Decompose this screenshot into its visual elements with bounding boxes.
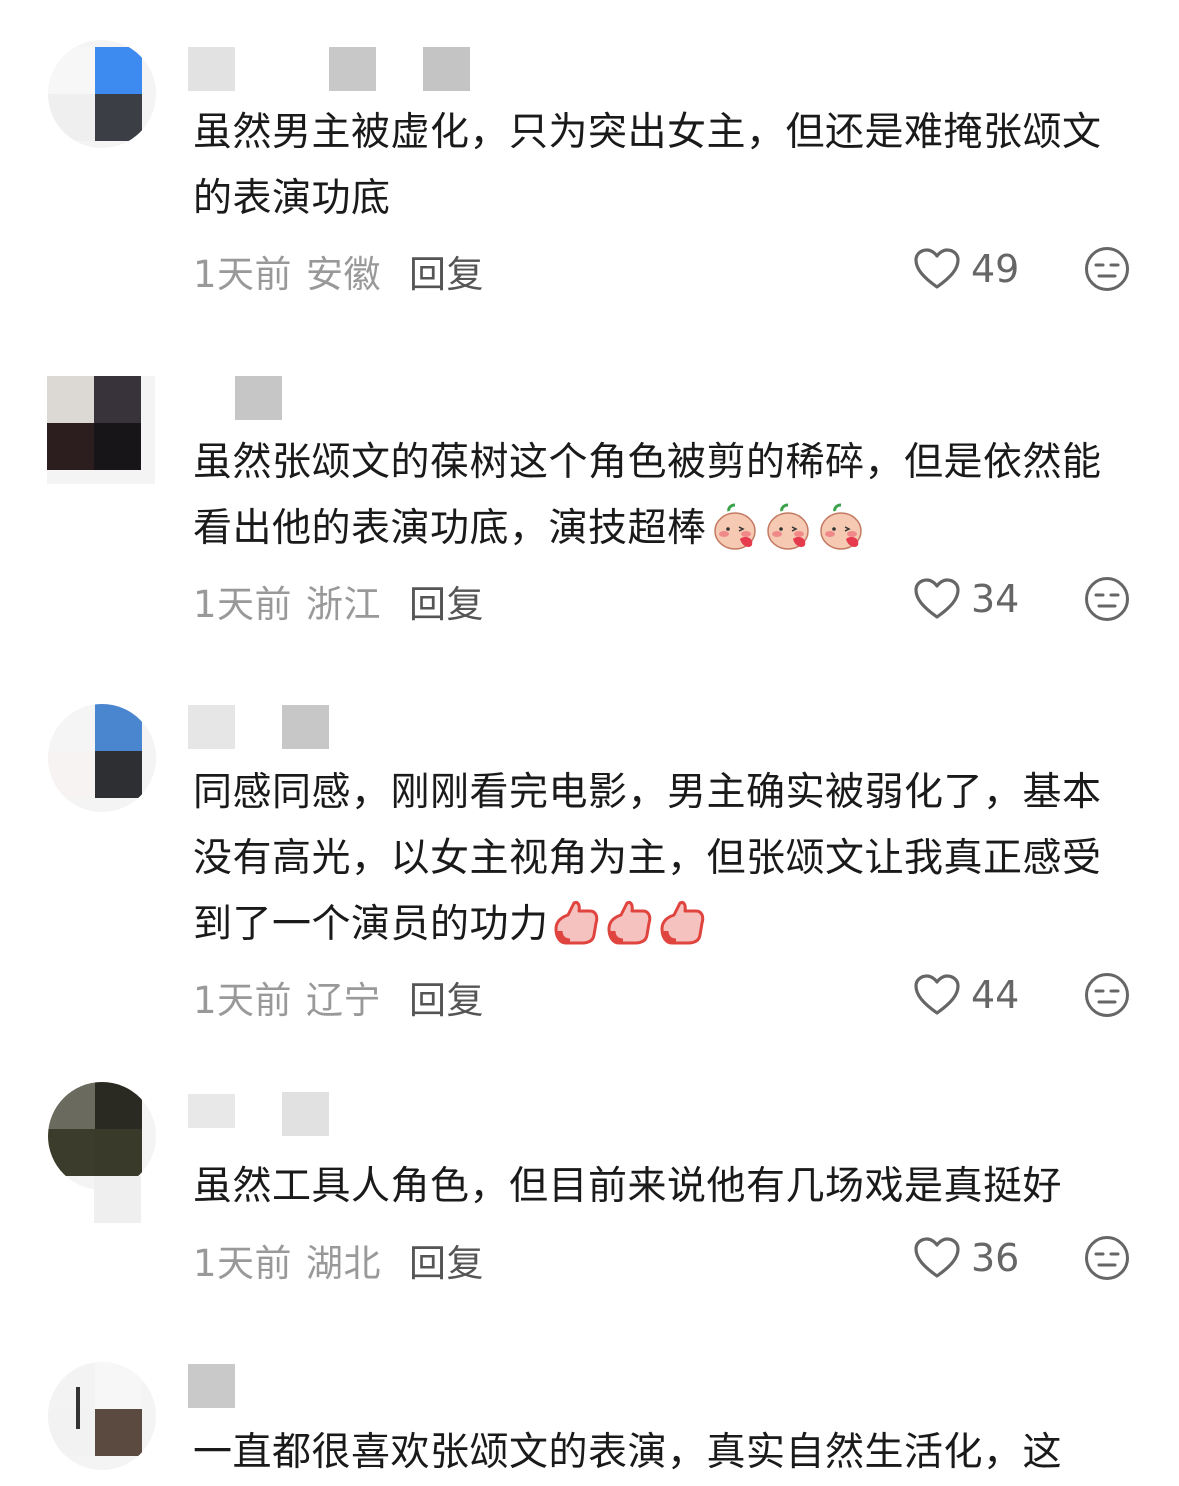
comment-location: 辽宁	[306, 979, 382, 1022]
dislike-face-icon[interactable]	[1084, 246, 1130, 292]
dislike-face-icon[interactable]	[1084, 1235, 1130, 1281]
reply-button[interactable]: 回复	[409, 253, 484, 296]
reply-button[interactable]: 回复	[409, 583, 484, 626]
avatar[interactable]	[48, 1362, 156, 1470]
blush-emoji-icon	[713, 503, 756, 550]
avatar[interactable]	[48, 40, 156, 148]
comment-time: 1天前	[193, 1242, 293, 1285]
like-button[interactable]: 44	[913, 970, 1019, 1020]
blush-emoji-icon	[819, 503, 862, 550]
comment-location: 湖北	[306, 1242, 382, 1285]
comment-meta: 1天前 安徽 回复	[193, 244, 484, 298]
avatar[interactable]	[48, 1082, 156, 1190]
comment-text: 虽然工具人角色，但目前来说他有几场戏是真挺好	[193, 1164, 1063, 1209]
reply-button[interactable]: 回复	[409, 1242, 484, 1285]
comment-location: 安徽	[306, 253, 382, 296]
like-count: 49	[971, 247, 1020, 291]
like-count: 44	[971, 973, 1020, 1017]
dislike-face-icon[interactable]	[1084, 576, 1130, 622]
blush-emoji-icon	[766, 503, 809, 550]
comment-time: 1天前	[193, 583, 293, 626]
thumbs-up-emoji-icon	[607, 901, 651, 945]
emoji-group	[707, 503, 866, 551]
comment-body: 虽然张颂文的葆树这个角色被剪的稀碎，但是依然能看出他的表演功底，演技超棒	[193, 440, 1102, 551]
heart-icon	[914, 578, 960, 619]
comment-time: 1天前	[193, 979, 293, 1022]
comment-meta: 1天前 浙江 回复	[193, 574, 484, 628]
dislike-face-icon[interactable]	[1084, 972, 1130, 1018]
comment-text: 虽然男主被虚化，只为突出女主，但还是难掩张颂文的表演功底	[193, 110, 1102, 221]
heart-icon	[914, 1237, 960, 1278]
heart-icon	[914, 974, 960, 1015]
like-button[interactable]: 34	[913, 574, 1019, 624]
comment-text: 虽然张颂文的葆树这个角色被剪的稀碎，但是依然能看出他的表演功底，演技超棒	[193, 430, 1123, 562]
emoji-group	[549, 901, 708, 947]
avatar[interactable]	[48, 704, 156, 812]
heart-icon	[914, 248, 960, 289]
comment-text: 同感同感，刚刚看完电影，男主确实被弱化了，基本没有高光，以女主视角为主，但张颂文…	[193, 760, 1123, 958]
like-button[interactable]: 49	[913, 244, 1019, 294]
like-button[interactable]: 36	[913, 1233, 1019, 1283]
comment-meta: 1天前 辽宁 回复	[193, 970, 484, 1024]
comment-time: 1天前	[193, 253, 293, 296]
avatar-fragment	[94, 1176, 141, 1223]
reply-button[interactable]: 回复	[409, 979, 484, 1022]
comment-meta: 1天前 湖北 回复	[193, 1233, 484, 1287]
thumbs-up-emoji-icon	[554, 901, 598, 945]
comment-location: 浙江	[306, 583, 382, 626]
like-count: 36	[971, 1236, 1020, 1280]
thumbs-up-emoji-icon	[660, 901, 704, 945]
like-count: 34	[971, 577, 1020, 621]
avatar[interactable]	[47, 376, 155, 484]
comment-text: 一直都很喜欢张颂文的表演，真实自然生活化，这	[193, 1430, 1063, 1475]
